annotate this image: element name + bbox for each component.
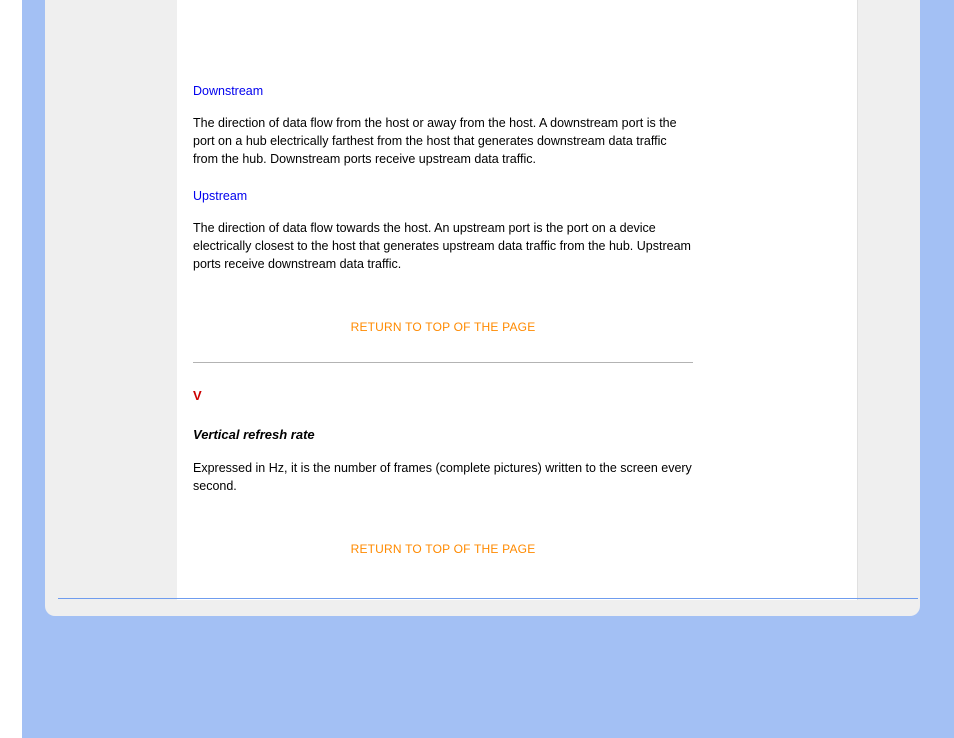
definition-downstream: The direction of data flow from the host… [193, 114, 693, 168]
page-right-grey-strip [857, 0, 919, 600]
term-link-downstream[interactable]: Downstream [193, 82, 263, 100]
page-content-area: Downstream The direction of data flow fr… [177, 0, 767, 600]
section-divider [193, 362, 693, 363]
definition-vertical-refresh: Expressed in Hz, it is the number of fra… [193, 459, 693, 495]
term-title-vertical-refresh: Vertical refresh rate [193, 426, 693, 445]
section-letter-v: V [193, 387, 693, 406]
page-bottom-divider [58, 598, 918, 599]
text-content: Downstream The direction of data flow fr… [193, 82, 693, 585]
term-link-upstream[interactable]: Upstream [193, 187, 247, 205]
return-to-top-link[interactable]: RETURN TO TOP OF THE PAGE [193, 541, 693, 558]
return-to-top-link[interactable]: RETURN TO TOP OF THE PAGE [193, 319, 693, 336]
definition-upstream: The direction of data flow towards the h… [193, 219, 693, 273]
